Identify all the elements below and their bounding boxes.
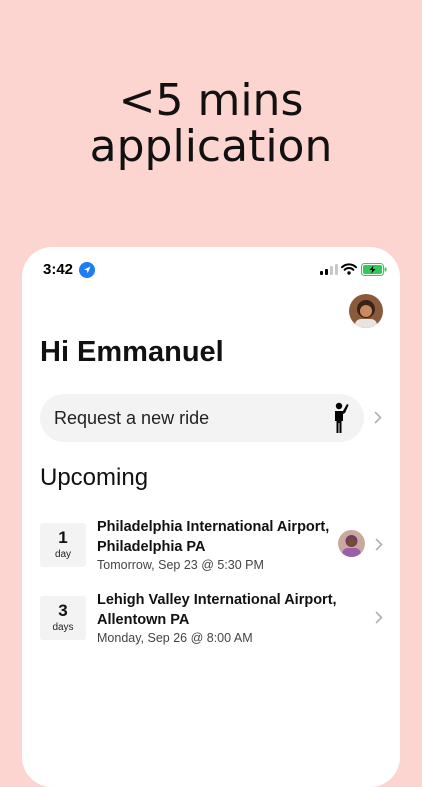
trip-row[interactable]: 3 days Lehigh Valley International Airpo…	[40, 590, 385, 650]
trip-destination: Lehigh Valley International Airport, All…	[97, 592, 337, 628]
trip-day-count: 1	[58, 528, 68, 547]
trip-row[interactable]: 1 day Philadelphia International Airport…	[40, 517, 385, 577]
trip-countdown-badge: 3 days	[40, 596, 86, 640]
driver-avatar	[338, 530, 365, 557]
trip-day-count: 3	[58, 601, 68, 620]
trip-destination: Philadelphia International Airport, Phil…	[97, 519, 330, 555]
request-ride-chevron-icon	[374, 411, 382, 424]
status-bar: 3:42	[22, 247, 400, 291]
trip-datetime: Monday, Sep 26 @ 8:00 AM	[97, 631, 253, 645]
person-hailing-icon	[335, 402, 349, 433]
upcoming-section-title: Upcoming	[40, 464, 149, 491]
promo-headline-line1: <5 mins	[118, 75, 304, 126]
phone-screen: 3:42 Hi Emmanuel Request a new ride Upco…	[22, 247, 400, 787]
trip-chevron-icon	[375, 611, 383, 624]
battery-charging-icon	[361, 263, 387, 276]
promo-headline-line2: application	[89, 121, 333, 172]
request-ride-button[interactable]: Request a new ride	[40, 394, 364, 442]
promo-headline: <5 mins application	[0, 78, 422, 170]
signal-icon	[320, 264, 338, 275]
greeting-title: Hi Emmanuel	[40, 336, 224, 368]
trip-day-unit: days	[52, 622, 74, 633]
profile-avatar[interactable]	[349, 294, 383, 328]
driver-avatar-icon	[338, 530, 365, 557]
status-time: 3:42	[43, 261, 74, 278]
trip-day-unit: day	[54, 549, 72, 560]
user-avatar-icon	[349, 294, 383, 328]
trip-chevron-icon	[375, 538, 383, 551]
trip-countdown-badge: 1 day	[40, 523, 86, 567]
trip-datetime: Tomorrow, Sep 23 @ 5:30 PM	[97, 558, 264, 572]
request-ride-label: Request a new ride	[54, 408, 210, 428]
location-arrow-icon	[79, 262, 95, 278]
wifi-icon	[341, 263, 357, 275]
